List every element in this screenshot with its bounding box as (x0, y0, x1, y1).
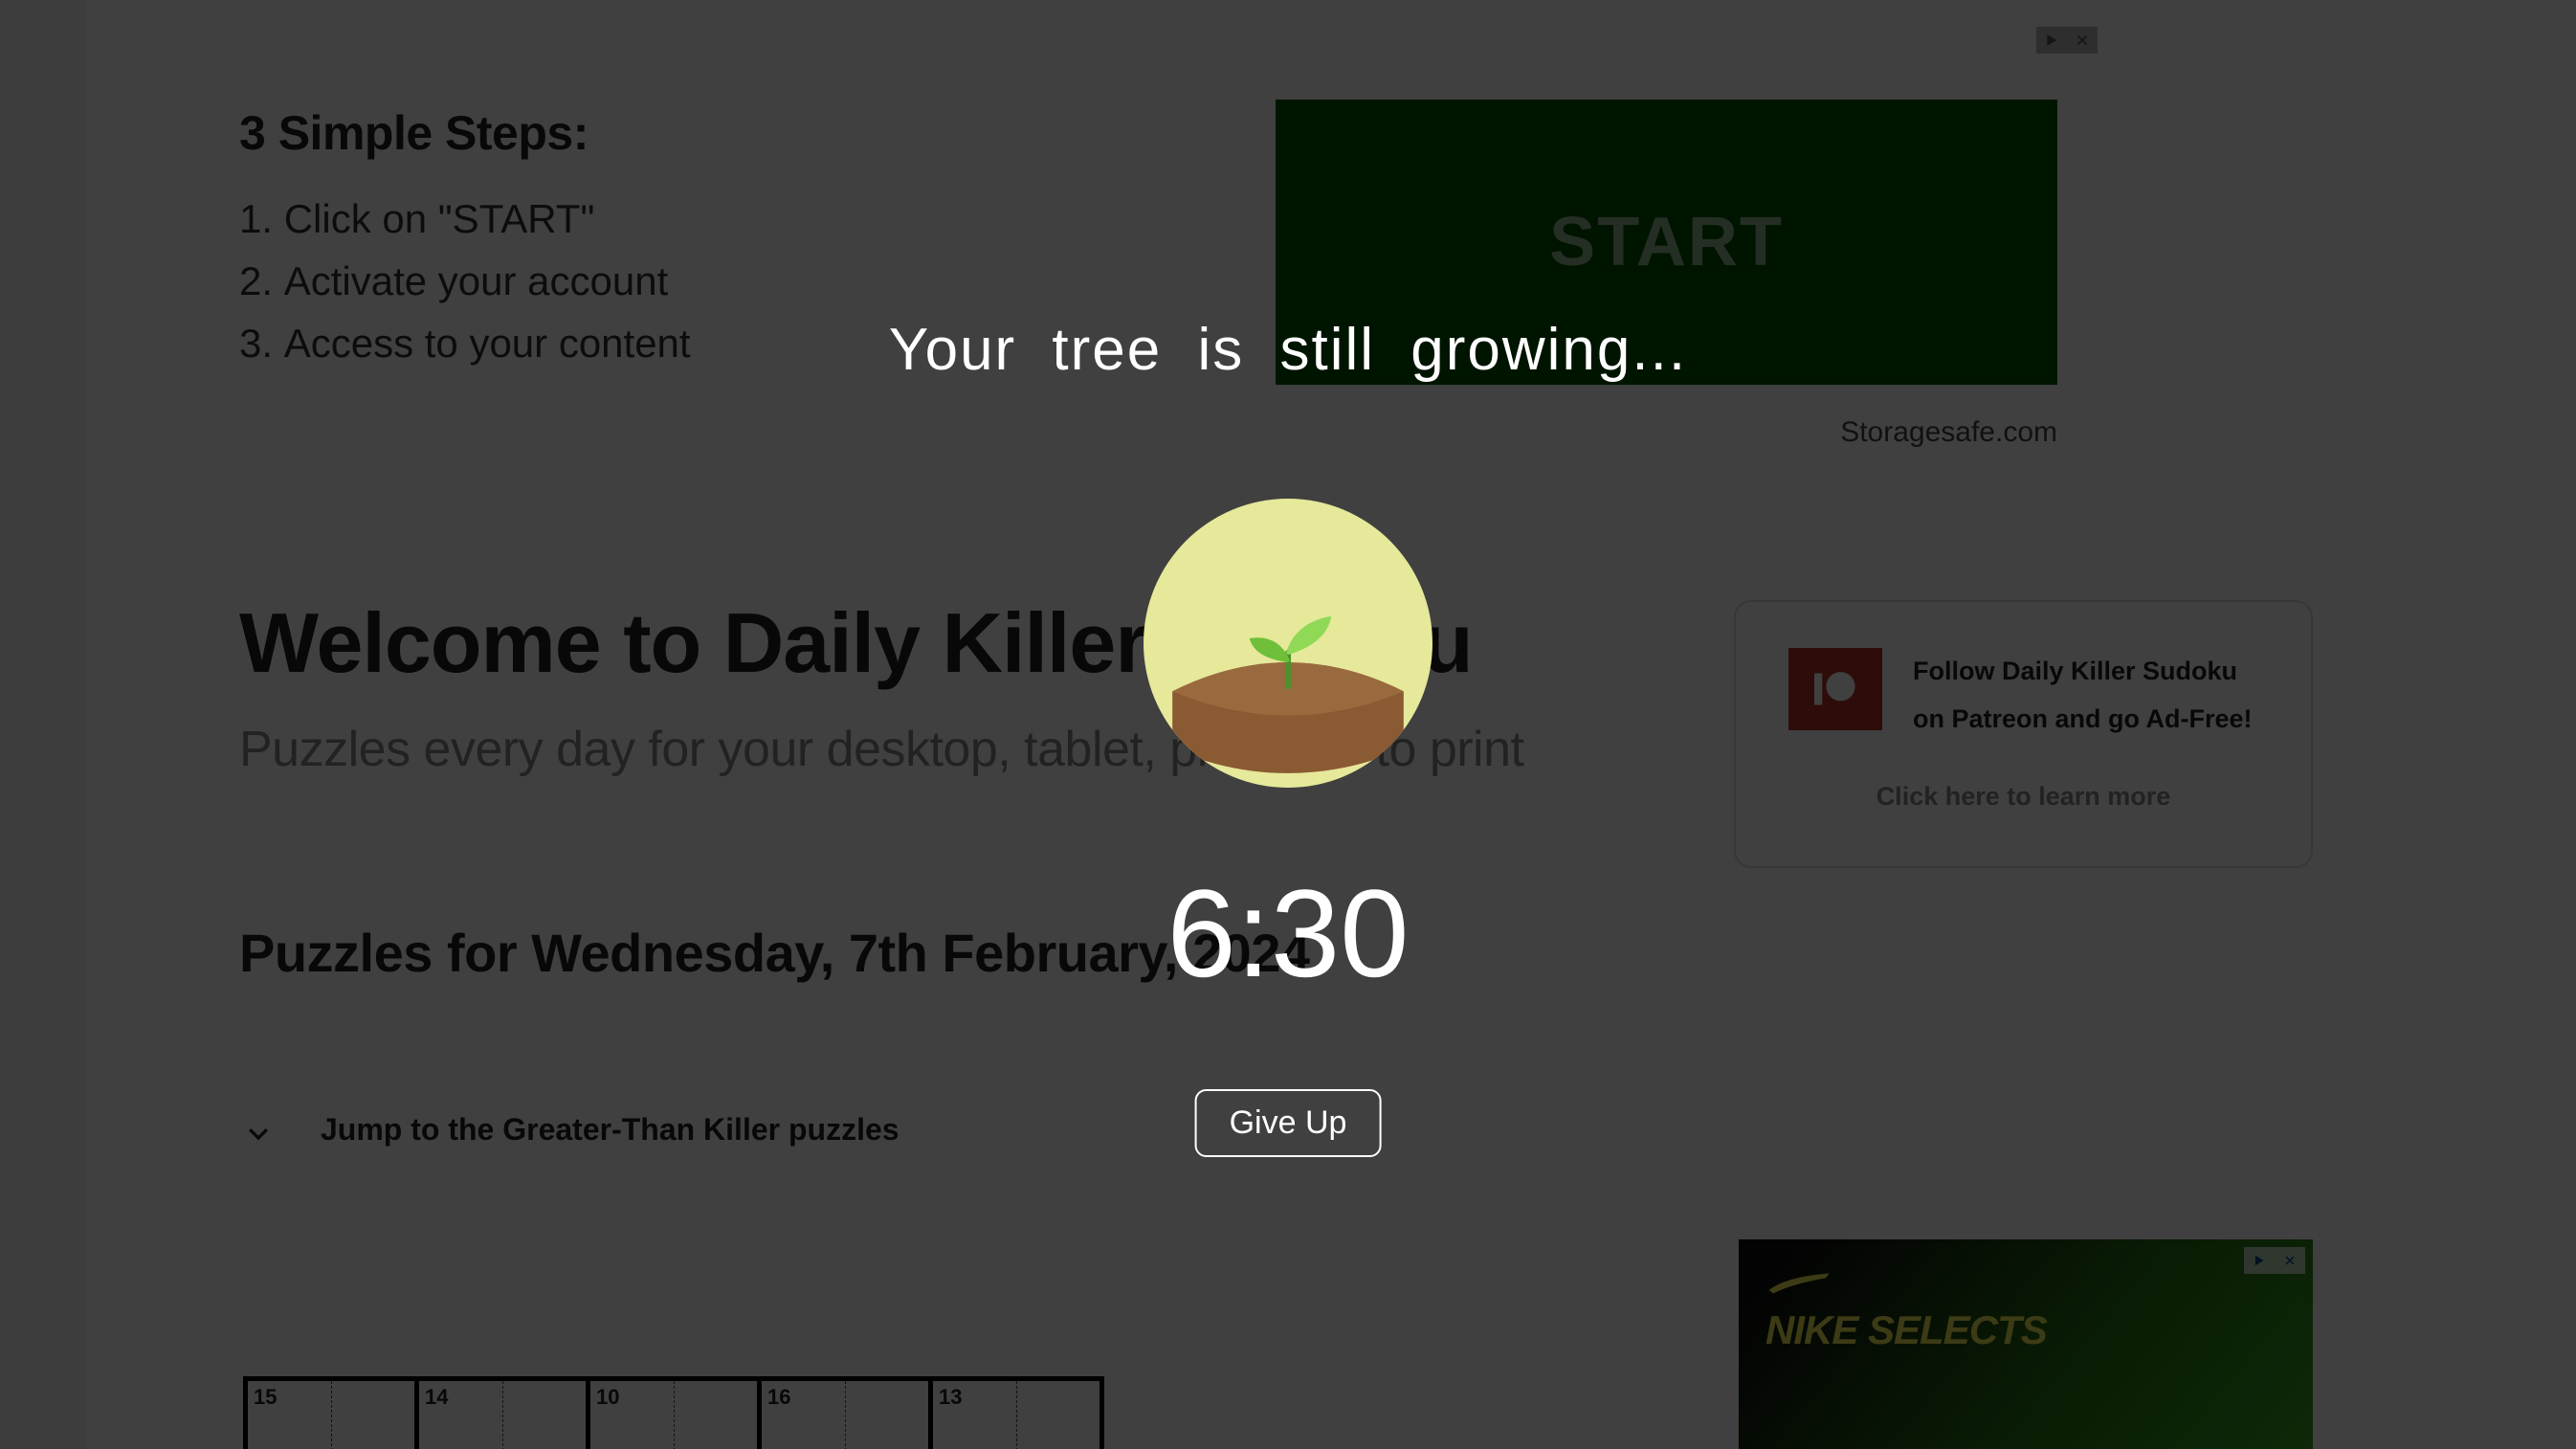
give-up-button[interactable]: Give Up (1195, 1089, 1382, 1157)
tree-growing-icon (1144, 499, 1432, 788)
forest-overlay-content: Your tree is still growing... 6:30 Give … (0, 0, 2576, 1449)
countdown-timer: 6:30 (1166, 861, 1409, 1005)
overlay-caption: Your tree is still growing... (889, 316, 1687, 384)
